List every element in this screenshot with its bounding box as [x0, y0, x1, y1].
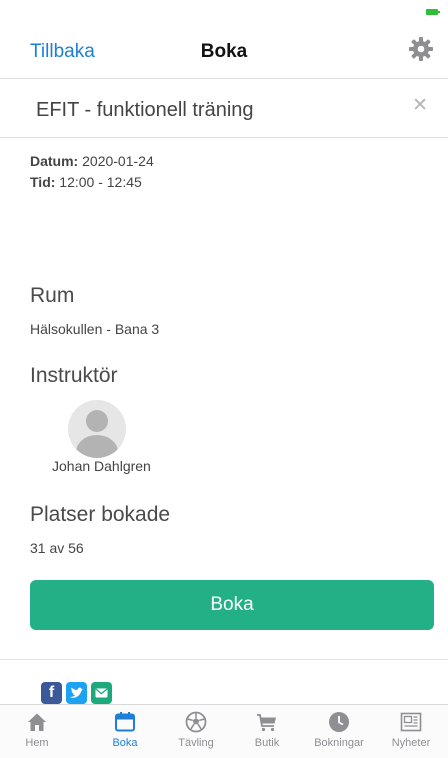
tab-bar: Hem Boka Tävling Butik Bokningar Nyheter — [0, 704, 448, 758]
email-icon — [95, 688, 108, 698]
tab-label: Nyheter — [391, 737, 431, 749]
instructor-heading: Instruktör — [30, 364, 118, 387]
tab-label: Bokningar — [314, 737, 364, 749]
event-date: Datum: 2020-01-24 — [30, 153, 154, 169]
navigation-bar: Tillbaka Boka — [0, 22, 448, 78]
tab-tavling[interactable]: Tävling — [159, 705, 233, 758]
status-bar — [0, 0, 448, 22]
facebook-share-button[interactable]: f — [41, 682, 62, 704]
cart-icon — [257, 714, 276, 732]
battery-icon — [426, 9, 440, 15]
twitter-icon — [70, 687, 84, 698]
gear-icon[interactable] — [408, 36, 434, 62]
instructor-name: Johan Dahlgren — [52, 458, 151, 474]
tab-butik[interactable]: Butik — [230, 705, 304, 758]
tab-label: Boka — [112, 737, 138, 749]
tab-label: Butik — [254, 737, 280, 749]
seats-heading: Platser bokade — [30, 503, 171, 526]
tab-bokningar[interactable]: Bokningar — [302, 705, 376, 758]
tab-nyheter[interactable]: Nyheter — [374, 705, 448, 758]
tab-boka[interactable]: Boka — [88, 705, 162, 758]
seats-value: 31 av 56 — [30, 540, 84, 556]
date-label: Datum: — [30, 153, 79, 169]
time-label: Tid: — [30, 174, 56, 190]
avatar[interactable] — [68, 400, 126, 458]
newspaper-icon — [400, 712, 422, 732]
header-divider — [0, 137, 448, 138]
person-icon — [76, 410, 118, 458]
facebook-icon: f — [48, 684, 55, 701]
tab-label: Hem — [25, 737, 49, 749]
calendar-icon — [115, 712, 135, 732]
room-heading: Rum — [30, 284, 75, 307]
tab-label: Tävling — [178, 737, 214, 749]
home-icon — [28, 713, 46, 731]
page-title: Boka — [200, 41, 248, 62]
time-value: 12:00 - 12:45 — [59, 174, 142, 190]
soccer-ball-icon — [185, 711, 207, 733]
clock-icon — [329, 712, 349, 732]
button-divider — [0, 659, 448, 660]
event-title: EFIT - funktionell träning — [36, 99, 254, 121]
email-share-button[interactable] — [91, 682, 112, 704]
nav-divider — [0, 78, 448, 79]
book-button[interactable]: Boka — [30, 580, 434, 630]
event-time: Tid: 12:00 - 12:45 — [30, 174, 142, 190]
date-value: 2020-01-24 — [82, 153, 154, 169]
close-icon[interactable]: ✕ — [412, 94, 428, 117]
twitter-share-button[interactable] — [66, 682, 87, 704]
room-value: Hälsokullen - Bana 3 — [30, 321, 160, 337]
tab-hem[interactable]: Hem — [0, 705, 74, 758]
